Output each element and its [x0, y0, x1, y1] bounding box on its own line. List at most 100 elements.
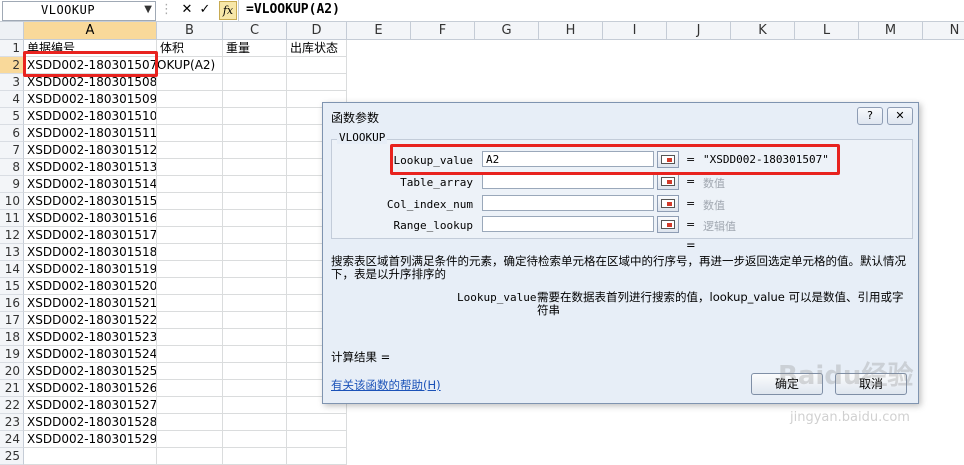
cell-c17[interactable]: [223, 312, 287, 329]
row-header-10[interactable]: 10: [0, 193, 24, 210]
cell-a17[interactable]: XSDD002-180301522: [24, 312, 157, 329]
cell-b4[interactable]: [157, 91, 223, 108]
cell-b25[interactable]: [157, 448, 223, 465]
row-header-2[interactable]: 2: [0, 57, 24, 74]
cell-d23[interactable]: [287, 414, 347, 431]
cell-a25[interactable]: [24, 448, 157, 465]
column-header-d[interactable]: D: [287, 22, 347, 40]
cell-b6[interactable]: [157, 125, 223, 142]
cell-c10[interactable]: [223, 193, 287, 210]
cell-b23[interactable]: [157, 414, 223, 431]
cell-c9[interactable]: [223, 176, 287, 193]
cell-c6[interactable]: [223, 125, 287, 142]
column-header-f[interactable]: F: [411, 22, 475, 40]
cell-b15[interactable]: [157, 278, 223, 295]
cell-c11[interactable]: [223, 210, 287, 227]
row-header-20[interactable]: 20: [0, 363, 24, 380]
cell-c13[interactable]: [223, 244, 287, 261]
cell-c16[interactable]: [223, 295, 287, 312]
cell-a16[interactable]: XSDD002-180301521: [24, 295, 157, 312]
cell-a15[interactable]: XSDD002-180301520: [24, 278, 157, 295]
cell-b11[interactable]: [157, 210, 223, 227]
cell-b14[interactable]: [157, 261, 223, 278]
row-header-8[interactable]: 8: [0, 159, 24, 176]
row-header-1[interactable]: 1: [0, 40, 24, 57]
row-header-5[interactable]: 5: [0, 108, 24, 125]
cell-b10[interactable]: [157, 193, 223, 210]
cell-c2[interactable]: [223, 57, 287, 74]
row-header-3[interactable]: 3: [0, 74, 24, 91]
name-box[interactable]: VLOOKUP ▼: [2, 1, 156, 21]
row-header-11[interactable]: 11: [0, 210, 24, 227]
cell-c5[interactable]: [223, 108, 287, 125]
cell-b7[interactable]: [157, 142, 223, 159]
cell-c18[interactable]: [223, 329, 287, 346]
column-header-m[interactable]: M: [859, 22, 923, 40]
cell-d3[interactable]: [287, 74, 347, 91]
cell-a10[interactable]: XSDD002-180301515: [24, 193, 157, 210]
row-header-17[interactable]: 17: [0, 312, 24, 329]
row-header-4[interactable]: 4: [0, 91, 24, 108]
row-header-12[interactable]: 12: [0, 227, 24, 244]
row-header-22[interactable]: 22: [0, 397, 24, 414]
cancel-icon[interactable]: ✕: [180, 2, 194, 18]
cell-b19[interactable]: [157, 346, 223, 363]
cell-a6[interactable]: XSDD002-180301511: [24, 125, 157, 142]
cell-a5[interactable]: XSDD002-180301510: [24, 108, 157, 125]
column-header-c[interactable]: C: [223, 22, 287, 40]
row-header-16[interactable]: 16: [0, 295, 24, 312]
cell-a18[interactable]: XSDD002-180301523: [24, 329, 157, 346]
cell-d2[interactable]: [287, 57, 347, 74]
cell-c22[interactable]: [223, 397, 287, 414]
formula-input[interactable]: =VLOOKUP(A2): [246, 2, 340, 17]
cell-b12[interactable]: [157, 227, 223, 244]
column-header-g[interactable]: G: [475, 22, 539, 40]
column-header-n[interactable]: N: [923, 22, 964, 40]
cell-b18[interactable]: [157, 329, 223, 346]
help-button[interactable]: ?: [857, 107, 883, 125]
row-header-18[interactable]: 18: [0, 329, 24, 346]
cell-c12[interactable]: [223, 227, 287, 244]
cell-c3[interactable]: [223, 74, 287, 91]
cell-c1[interactable]: 重量: [223, 40, 287, 57]
cell-a23[interactable]: XSDD002-180301528: [24, 414, 157, 431]
cell-c23[interactable]: [223, 414, 287, 431]
close-button[interactable]: ✕: [887, 107, 913, 125]
column-header-i[interactable]: I: [603, 22, 667, 40]
cell-a4[interactable]: XSDD002-180301509: [24, 91, 157, 108]
column-header-b[interactable]: B: [157, 22, 223, 40]
row-header-23[interactable]: 23: [0, 414, 24, 431]
row-header-6[interactable]: 6: [0, 125, 24, 142]
row-header-14[interactable]: 14: [0, 261, 24, 278]
cell-c21[interactable]: [223, 380, 287, 397]
cell-c15[interactable]: [223, 278, 287, 295]
cell-a21[interactable]: XSDD002-180301526: [24, 380, 157, 397]
row-header-21[interactable]: 21: [0, 380, 24, 397]
select-all-corner[interactable]: [0, 22, 24, 40]
cell-c8[interactable]: [223, 159, 287, 176]
cell-b20[interactable]: [157, 363, 223, 380]
cell-a9[interactable]: XSDD002-180301514: [24, 176, 157, 193]
column-header-h[interactable]: H: [539, 22, 603, 40]
row-header-19[interactable]: 19: [0, 346, 24, 363]
col-index-num-input[interactable]: [482, 195, 654, 211]
cell-a11[interactable]: XSDD002-180301516: [24, 210, 157, 227]
cell-b13[interactable]: [157, 244, 223, 261]
cell-b8[interactable]: [157, 159, 223, 176]
insert-function-icon[interactable]: fx: [219, 1, 237, 20]
splitter-icon[interactable]: ⋮: [160, 2, 173, 18]
table-array-input[interactable]: [482, 173, 654, 189]
row-header-15[interactable]: 15: [0, 278, 24, 295]
cell-a19[interactable]: XSDD002-180301524: [24, 346, 157, 363]
cell-b3[interactable]: [157, 74, 223, 91]
cell-b22[interactable]: [157, 397, 223, 414]
column-header-j[interactable]: J: [667, 22, 731, 40]
cell-b9[interactable]: [157, 176, 223, 193]
cell-c7[interactable]: [223, 142, 287, 159]
column-header-a[interactable]: A: [24, 22, 157, 40]
cell-a7[interactable]: XSDD002-180301512: [24, 142, 157, 159]
column-header-l[interactable]: L: [795, 22, 859, 40]
cell-d25[interactable]: [287, 448, 347, 465]
cell-c20[interactable]: [223, 363, 287, 380]
cell-b2[interactable]: OKUP(A2): [157, 57, 223, 74]
